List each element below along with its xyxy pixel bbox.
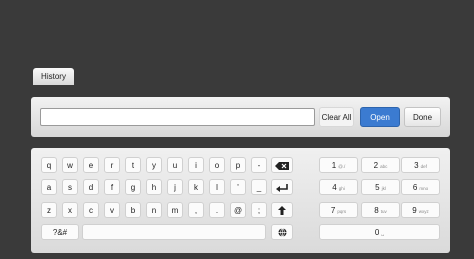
key[interactable]: x bbox=[62, 202, 78, 218]
key[interactable]: f bbox=[104, 179, 120, 195]
key[interactable]: s bbox=[62, 179, 78, 195]
key[interactable]: l bbox=[209, 179, 225, 195]
shift-key[interactable] bbox=[271, 202, 293, 218]
numpad-letters: def bbox=[420, 164, 427, 169]
numpad-letters: mno bbox=[419, 186, 429, 191]
key[interactable]: c bbox=[83, 202, 99, 218]
numpad-digit: 4 bbox=[332, 183, 337, 192]
numpad-letters: @./ bbox=[338, 164, 346, 169]
key[interactable]: m bbox=[167, 202, 183, 218]
key[interactable]: u bbox=[167, 157, 183, 173]
key[interactable]: i bbox=[188, 157, 204, 173]
symbols-mode-key[interactable]: ?&# bbox=[41, 224, 79, 240]
numpad-letters: ghi bbox=[338, 186, 345, 191]
key[interactable]: . bbox=[209, 202, 225, 218]
key[interactable]: ' bbox=[230, 179, 246, 195]
key[interactable]: , bbox=[188, 202, 204, 218]
key[interactable]: a bbox=[41, 179, 57, 195]
key[interactable]: o bbox=[209, 157, 225, 173]
numpad-key[interactable]: 9 wxyz bbox=[401, 202, 440, 218]
space-key[interactable] bbox=[82, 224, 266, 240]
numpad-letters: ␣ bbox=[381, 231, 385, 236]
numpad-digit: 1 bbox=[331, 161, 337, 170]
key[interactable]: @ bbox=[230, 202, 246, 218]
numpad-digit: 9 bbox=[412, 206, 417, 215]
numpad-digit: 7 bbox=[330, 206, 336, 215]
numpad-key[interactable]: 6 mno bbox=[401, 179, 440, 195]
numpad-key[interactable]: 7 pqrs bbox=[319, 202, 358, 218]
key[interactable]: h bbox=[146, 179, 162, 195]
input-bar: Clear All Open Done bbox=[31, 97, 450, 137]
key[interactable]: b bbox=[125, 202, 141, 218]
numpad-digit: 3 bbox=[414, 161, 419, 170]
numpad-digit: 0 bbox=[374, 228, 380, 237]
on-screen-keyboard: ?&# 0 ␣ q w e r t y u i o p - a s d f g h j k l ' _ z x c v b n m,. @;… bbox=[31, 148, 450, 253]
key[interactable]: d bbox=[83, 179, 99, 195]
numpad-key[interactable]: 4 ghi bbox=[319, 179, 358, 195]
key[interactable]: w bbox=[62, 157, 78, 173]
search-input[interactable] bbox=[40, 108, 315, 126]
key[interactable]: z bbox=[41, 202, 57, 218]
key[interactable]: g bbox=[125, 179, 141, 195]
globe-icon bbox=[277, 228, 287, 238]
clear-all-button[interactable]: Clear All bbox=[319, 107, 354, 127]
open-button[interactable]: Open bbox=[360, 107, 400, 127]
numpad-key[interactable]: 3 def bbox=[401, 157, 440, 173]
key[interactable]: k bbox=[188, 179, 204, 195]
key[interactable]: n bbox=[146, 202, 162, 218]
numpad-letters: wxyz bbox=[418, 209, 429, 214]
numpad-key[interactable]: 5 jkl bbox=[361, 179, 400, 195]
key[interactable]: e bbox=[83, 157, 99, 173]
key[interactable]: t bbox=[125, 157, 141, 173]
numpad-letters: abc bbox=[380, 164, 388, 169]
key[interactable]: q bbox=[41, 157, 57, 173]
numpad-letters: jkl bbox=[381, 186, 386, 191]
numpad-digit: 2 bbox=[373, 161, 379, 170]
key[interactable]: ; bbox=[251, 202, 267, 218]
numpad-digit: 8 bbox=[374, 206, 379, 215]
numpad-key[interactable]: 1 @./ bbox=[319, 157, 358, 173]
key[interactable]: _ bbox=[251, 179, 267, 195]
key[interactable]: p bbox=[230, 157, 246, 173]
numpad-digit: 5 bbox=[375, 183, 380, 192]
numpad-letters: tuv bbox=[380, 209, 387, 214]
done-button[interactable]: Done bbox=[404, 107, 441, 127]
numpad-key[interactable]: 2 abc bbox=[361, 157, 400, 173]
history-tab[interactable]: History bbox=[33, 68, 74, 85]
enter-key[interactable] bbox=[271, 179, 293, 195]
numpad-key[interactable]: 0 ␣ bbox=[319, 224, 440, 240]
key[interactable]: r bbox=[104, 157, 120, 173]
numpad-digit: 6 bbox=[412, 183, 418, 192]
backspace-key[interactable] bbox=[271, 157, 293, 173]
enter-icon bbox=[276, 183, 288, 192]
key[interactable]: j bbox=[167, 179, 183, 195]
shift-icon bbox=[278, 206, 286, 216]
backspace-icon bbox=[275, 161, 289, 170]
screen: { "history_tab": { "label": "History" },… bbox=[0, 0, 474, 259]
language-key[interactable] bbox=[271, 224, 293, 240]
key[interactable]: v bbox=[104, 202, 120, 218]
numpad-key[interactable]: 8 tuv bbox=[361, 202, 400, 218]
key[interactable]: - bbox=[251, 157, 267, 173]
numpad-letters: pqrs bbox=[337, 209, 347, 214]
key[interactable]: y bbox=[146, 157, 162, 173]
